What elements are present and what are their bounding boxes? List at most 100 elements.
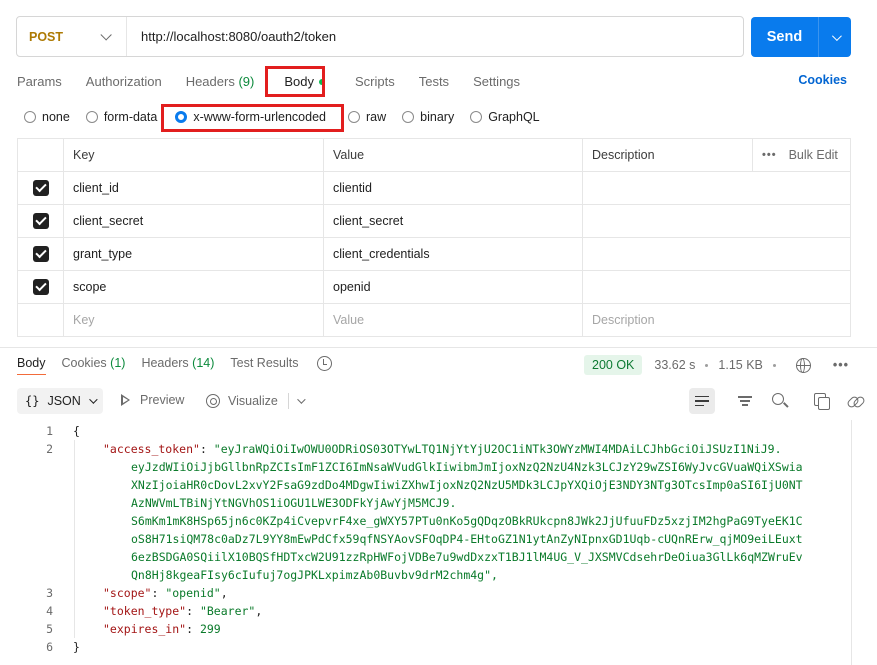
tab-scripts[interactable]: Scripts bbox=[355, 74, 395, 89]
row-key[interactable]: scope bbox=[63, 270, 324, 304]
response-tools bbox=[689, 388, 865, 414]
tab-settings[interactable]: Settings bbox=[473, 74, 520, 89]
response-size[interactable]: 1.15 KB bbox=[718, 358, 762, 372]
json-string-wrap: oS8H71siQM78c0aDz7L9YY8mEwPdCfx59qfNSYAo… bbox=[131, 532, 803, 546]
row-key[interactable]: grant_type bbox=[63, 237, 324, 271]
tab-params[interactable]: Params bbox=[17, 74, 62, 89]
method-label: POST bbox=[29, 29, 64, 44]
line-number: 3 bbox=[46, 586, 53, 600]
row-description[interactable] bbox=[582, 237, 851, 271]
code-line-wrap: AzNWVmLTBiNjYtNGVhOS1iOGU1LWE3ODFkYjAwYj… bbox=[17, 494, 851, 512]
table-row: grant_type client_credentials bbox=[17, 237, 851, 271]
tab-authorization[interactable]: Authorization bbox=[86, 74, 162, 89]
row-key[interactable]: client_secret bbox=[63, 204, 324, 238]
row-checkbox[interactable] bbox=[32, 279, 49, 295]
radio-form-data[interactable]: form-data bbox=[85, 110, 158, 124]
url-input[interactable]: http://localhost:8080/oauth2/token bbox=[127, 29, 336, 44]
open-brace: { bbox=[73, 424, 80, 438]
send-options-button[interactable] bbox=[819, 17, 851, 57]
radio-none[interactable]: none bbox=[24, 110, 70, 124]
bulk-edit-button[interactable]: Bulk Edit bbox=[789, 148, 838, 162]
cookies-link[interactable]: Cookies bbox=[798, 73, 847, 87]
row-checkbox-cell bbox=[17, 270, 64, 304]
radio-raw[interactable]: raw bbox=[348, 110, 386, 124]
search-icon[interactable] bbox=[769, 391, 789, 411]
send-button[interactable]: Send bbox=[751, 17, 819, 57]
row-checkbox[interactable] bbox=[32, 180, 49, 196]
line-number: 4 bbox=[46, 604, 53, 618]
globe-icon[interactable] bbox=[795, 357, 811, 373]
radio-label: form-data bbox=[103, 110, 158, 124]
radio-binary[interactable]: binary bbox=[402, 110, 454, 124]
row-checkbox[interactable] bbox=[32, 213, 49, 229]
table-row-empty: Key Value Description bbox=[17, 303, 851, 337]
radio-circle bbox=[24, 111, 36, 123]
code-line-wrap: 6ezBSDGA0SQiilX10BQSfHDTxcW2U91zzRpHWFoj… bbox=[17, 548, 851, 566]
separator-dot bbox=[705, 363, 709, 367]
radio-label: GraphQL bbox=[488, 110, 540, 124]
response-body-code[interactable]: 1 { 2 "access_token": "eyJraWQiOiIwOWU0O… bbox=[17, 422, 851, 656]
table-row: client_id clientid bbox=[17, 171, 851, 205]
line-number: 2 bbox=[46, 442, 53, 456]
header-key: Key bbox=[63, 138, 324, 172]
row-value[interactable]: clientid bbox=[323, 171, 583, 205]
pane-divider[interactable] bbox=[0, 347, 877, 348]
row-checkbox-cell bbox=[17, 204, 64, 238]
row-value[interactable]: client_secret bbox=[323, 204, 583, 238]
preview-button[interactable]: Preview bbox=[121, 393, 184, 407]
code-line-wrap: eyJzdWIiOiJjbGllbnRpZCIsImF1ZCI6ImNsaWVu… bbox=[17, 458, 851, 476]
response-status-bar: 200 OK 33.62 s 1.15 KB ••• bbox=[584, 355, 849, 375]
row-value[interactable]: openid bbox=[323, 270, 583, 304]
link-icon[interactable] bbox=[845, 391, 865, 411]
row-key[interactable]: client_id bbox=[63, 171, 324, 205]
scrollbar[interactable] bbox=[851, 420, 852, 665]
urlencoded-highlight bbox=[161, 104, 344, 132]
method-select[interactable]: POST bbox=[17, 17, 127, 56]
tab-test-results[interactable]: Test Results bbox=[230, 356, 298, 374]
json-string-wrap: XNzIjoiaHR0cDovL2xvY2FsaG9zdDo4MDgwIiwiZ… bbox=[131, 478, 803, 492]
visualize-button[interactable]: Visualize bbox=[206, 393, 306, 409]
divider bbox=[287, 393, 289, 409]
url-bar: POST http://localhost:8080/oauth2/token bbox=[16, 16, 744, 57]
row-description[interactable] bbox=[582, 204, 851, 238]
chevron-down-icon[interactable] bbox=[296, 395, 306, 404]
row-checkbox[interactable] bbox=[32, 246, 49, 262]
copy-icon[interactable] bbox=[811, 391, 831, 411]
more-horizontal-icon: ••• bbox=[762, 149, 777, 161]
status-badge[interactable]: 200 OK bbox=[584, 355, 643, 375]
filter-icon[interactable] bbox=[735, 391, 755, 411]
response-time[interactable]: 33.62 s bbox=[654, 358, 695, 372]
visualize-label: Visualize bbox=[228, 394, 278, 408]
json-string-wrap: AzNWVmLTBiNjYtNGVhOS1iOGU1LWE3ODFkYjAwYj… bbox=[131, 496, 457, 510]
wrap-lines-button[interactable] bbox=[689, 388, 715, 414]
row-description[interactable] bbox=[582, 270, 851, 304]
table-header-row: Key Value Description ••• Bulk Edit bbox=[17, 138, 851, 172]
chevron-down-icon bbox=[88, 395, 98, 404]
new-value-input[interactable]: Value bbox=[323, 303, 583, 337]
radio-graphql[interactable]: GraphQL bbox=[470, 110, 540, 124]
json-key: "scope" bbox=[103, 586, 152, 600]
json-key: "token_type" bbox=[103, 604, 187, 618]
row-value[interactable]: client_credentials bbox=[323, 237, 583, 271]
play-icon bbox=[121, 394, 130, 406]
new-key-input[interactable]: Key bbox=[63, 303, 324, 337]
row-description[interactable] bbox=[582, 171, 851, 205]
radio-circle bbox=[348, 111, 360, 123]
more-horizontal-icon[interactable]: ••• bbox=[833, 358, 849, 372]
format-select[interactable]: {} JSON bbox=[17, 388, 103, 414]
tab-tests[interactable]: Tests bbox=[419, 74, 449, 89]
row-checkbox-cell bbox=[17, 237, 64, 271]
json-string: "openid" bbox=[165, 586, 221, 600]
braces-icon: {} bbox=[25, 394, 40, 408]
tab-response-headers[interactable]: Headers (14) bbox=[141, 356, 214, 374]
history-icon[interactable] bbox=[316, 355, 332, 371]
tab-response-body[interactable]: Body bbox=[17, 356, 46, 375]
tab-headers[interactable]: Headers (9) bbox=[186, 74, 255, 89]
tab-label: Headers bbox=[141, 356, 189, 370]
new-description-input[interactable]: Description bbox=[582, 303, 851, 337]
json-key: "expires_in" bbox=[103, 622, 187, 636]
separator-dot bbox=[772, 363, 776, 367]
header-value: Value bbox=[323, 138, 583, 172]
tab-response-cookies[interactable]: Cookies (1) bbox=[62, 356, 126, 374]
bulk-edit-cell: ••• Bulk Edit bbox=[752, 138, 851, 172]
